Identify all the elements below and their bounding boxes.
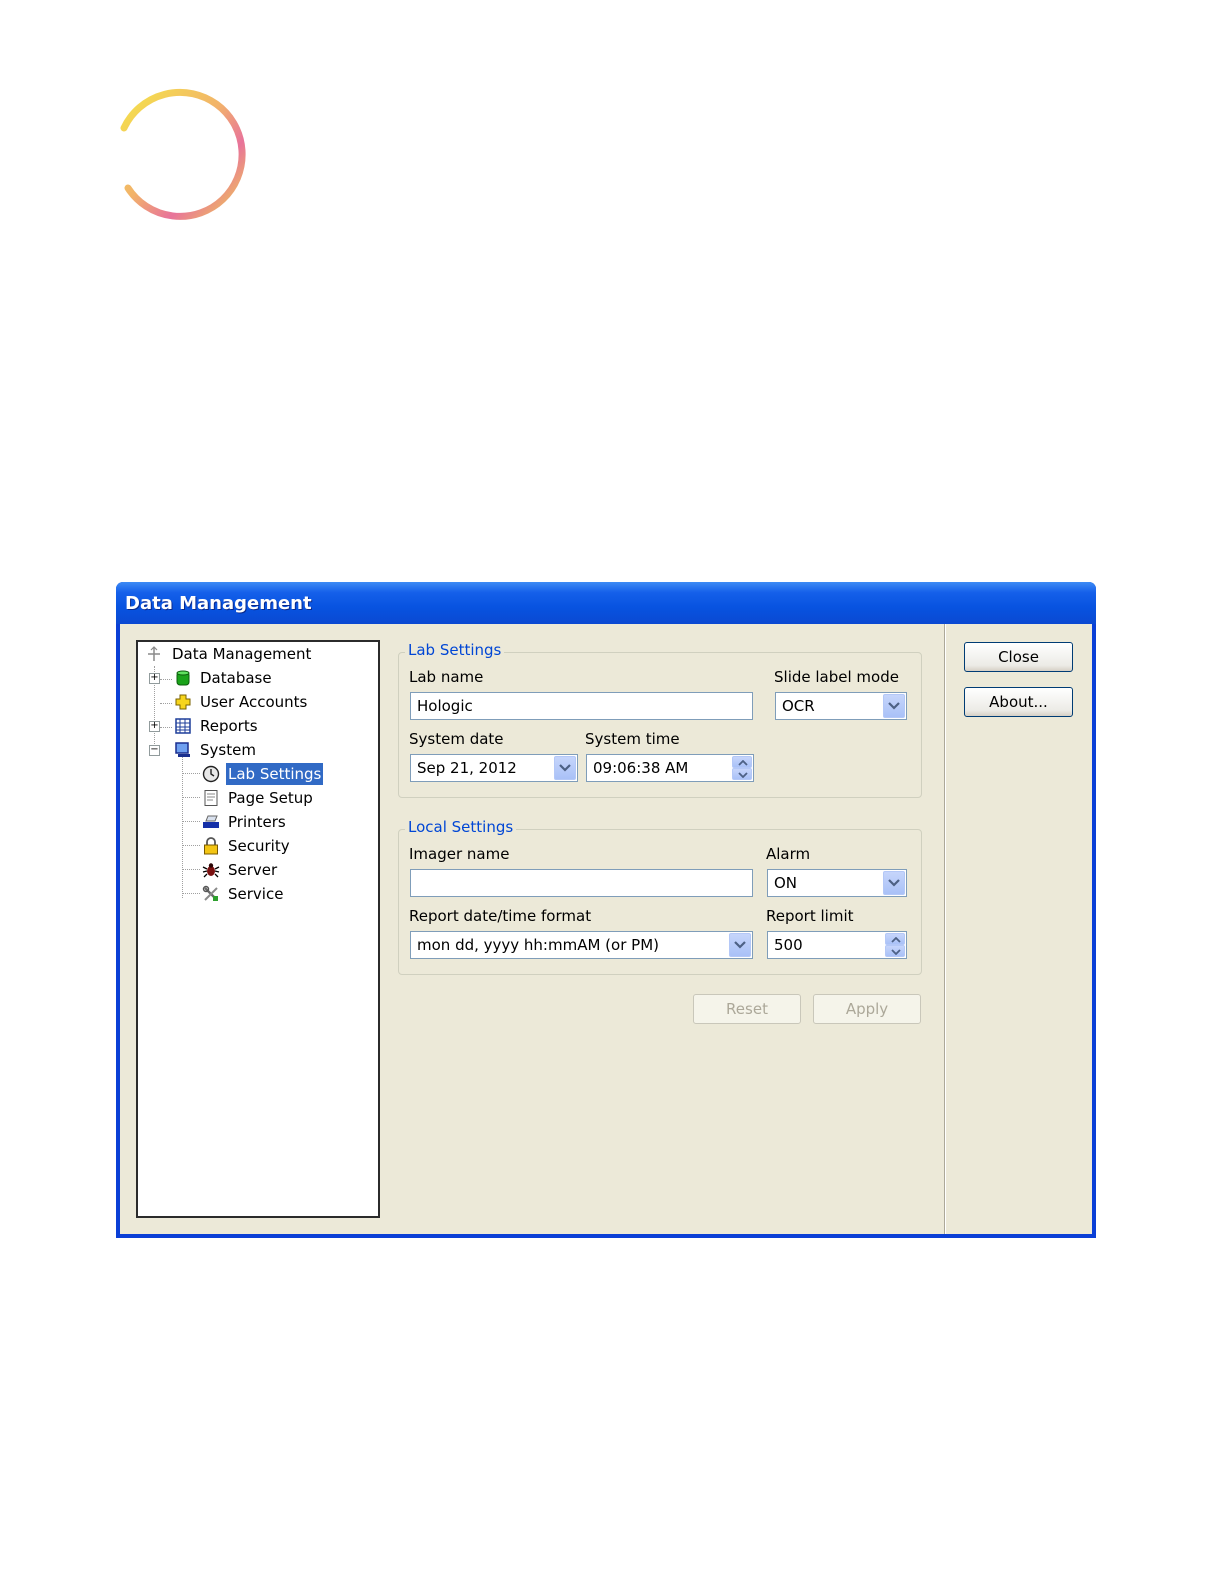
system-date-label: System date	[409, 730, 504, 748]
tree-item-label: Service	[228, 885, 284, 903]
spinner-buttons[interactable]	[732, 756, 752, 780]
tree-item-label: Security	[228, 837, 290, 855]
page-icon	[204, 790, 218, 806]
report-limit-spinner[interactable]: 500	[767, 931, 907, 959]
tree-item-label: Page Setup	[228, 789, 313, 807]
close-button[interactable]: Close	[964, 642, 1073, 672]
imager-name-input[interactable]	[410, 869, 753, 897]
slide-label-mode-label: Slide label mode	[774, 668, 899, 686]
lab-name-label: Lab name	[409, 668, 484, 686]
data-management-window: Data Management Data Management + Databa…	[116, 582, 1096, 1238]
tree-item-system[interactable]: − System	[138, 739, 378, 761]
tree-item-database[interactable]: + Database	[138, 667, 378, 689]
apply-button[interactable]: Apply	[813, 994, 921, 1024]
tree-item-label: Printers	[228, 813, 286, 831]
reports-icon	[175, 718, 191, 734]
title-bar[interactable]: Data Management	[116, 582, 1096, 624]
tree-item-label: Database	[200, 669, 272, 687]
lock-icon	[204, 837, 218, 855]
expand-icon[interactable]: +	[149, 721, 160, 732]
tree-item-label: System	[200, 741, 256, 759]
system-date-value: Sep 21, 2012	[417, 759, 517, 777]
system-time-value: 09:06:38 AM	[593, 759, 689, 777]
lab-settings-title: Lab Settings	[405, 641, 505, 659]
report-limit-value: 500	[774, 936, 803, 954]
user-accounts-icon	[175, 694, 191, 710]
dropdown-arrow-icon[interactable]	[729, 933, 751, 957]
alarm-value: ON	[774, 874, 798, 892]
system-icon	[175, 742, 190, 757]
alarm-select[interactable]: ON	[767, 869, 907, 897]
tree-item-label: User Accounts	[200, 693, 308, 711]
tree-item-service[interactable]: Service	[138, 883, 378, 905]
bug-icon	[202, 863, 220, 878]
alarm-label: Alarm	[766, 845, 811, 863]
dropdown-arrow-icon[interactable]	[883, 871, 905, 895]
dropdown-arrow-icon[interactable]	[554, 756, 576, 780]
printer-icon	[203, 815, 219, 828]
tree-item-page-setup[interactable]: Page Setup	[138, 787, 378, 809]
local-settings-title: Local Settings	[405, 818, 517, 836]
slide-label-mode-value: OCR	[782, 697, 815, 715]
collapse-icon[interactable]: −	[149, 745, 160, 756]
dropdown-arrow-icon[interactable]	[883, 694, 905, 718]
tree-item-lab-settings[interactable]: Lab Settings	[138, 763, 378, 785]
spin-down-icon[interactable]	[732, 768, 752, 780]
report-format-select[interactable]: mon dd, yyyy hh:mmAM (or PM)	[410, 931, 753, 959]
navigation-tree[interactable]: Data Management + Database User Accounts	[136, 640, 380, 1218]
window-title: Data Management	[125, 593, 312, 614]
about-button[interactable]: About...	[964, 687, 1073, 717]
tree-item-label: Server	[228, 861, 278, 879]
spin-down-icon[interactable]	[885, 945, 905, 957]
spin-up-icon[interactable]	[885, 933, 905, 945]
report-limit-label: Report limit	[766, 907, 854, 925]
vertical-separator	[944, 624, 946, 1234]
report-format-label: Report date/time format	[409, 907, 592, 925]
tree-item-reports[interactable]: + Reports	[138, 715, 378, 737]
spin-up-icon[interactable]	[732, 756, 752, 768]
tree-item-data-management[interactable]: Data Management	[138, 643, 378, 665]
database-icon	[176, 670, 190, 686]
tree-item-printers[interactable]: Printers	[138, 811, 378, 833]
tree-item-label: Data Management	[172, 645, 312, 663]
imager-name-label: Imager name	[409, 845, 510, 863]
report-format-value: mon dd, yyyy hh:mmAM (or PM)	[417, 936, 659, 954]
system-time-spinner[interactable]: 09:06:38 AM	[586, 754, 754, 782]
tree-item-user-accounts[interactable]: User Accounts	[138, 691, 378, 713]
tools-icon	[202, 885, 218, 901]
tree-item-server[interactable]: Server	[138, 859, 378, 881]
lab-name-input[interactable]: Hologic	[410, 692, 753, 720]
clock-icon	[202, 765, 220, 783]
expand-icon[interactable]: +	[149, 673, 160, 684]
system-time-label: System time	[585, 730, 680, 748]
tree-item-security[interactable]: Security	[138, 835, 378, 857]
spinner-buttons[interactable]	[885, 933, 905, 957]
dialog-client-area: Data Management + Database User Accounts	[120, 624, 1092, 1234]
slide-label-mode-select[interactable]: OCR	[775, 692, 907, 720]
tree-item-label: Reports	[200, 717, 258, 735]
data-management-icon	[148, 646, 160, 661]
logo-ring-icon	[120, 88, 246, 220]
tree-item-label: Lab Settings	[226, 763, 324, 785]
reset-button[interactable]: Reset	[693, 994, 801, 1024]
system-date-picker[interactable]: Sep 21, 2012	[410, 754, 578, 782]
